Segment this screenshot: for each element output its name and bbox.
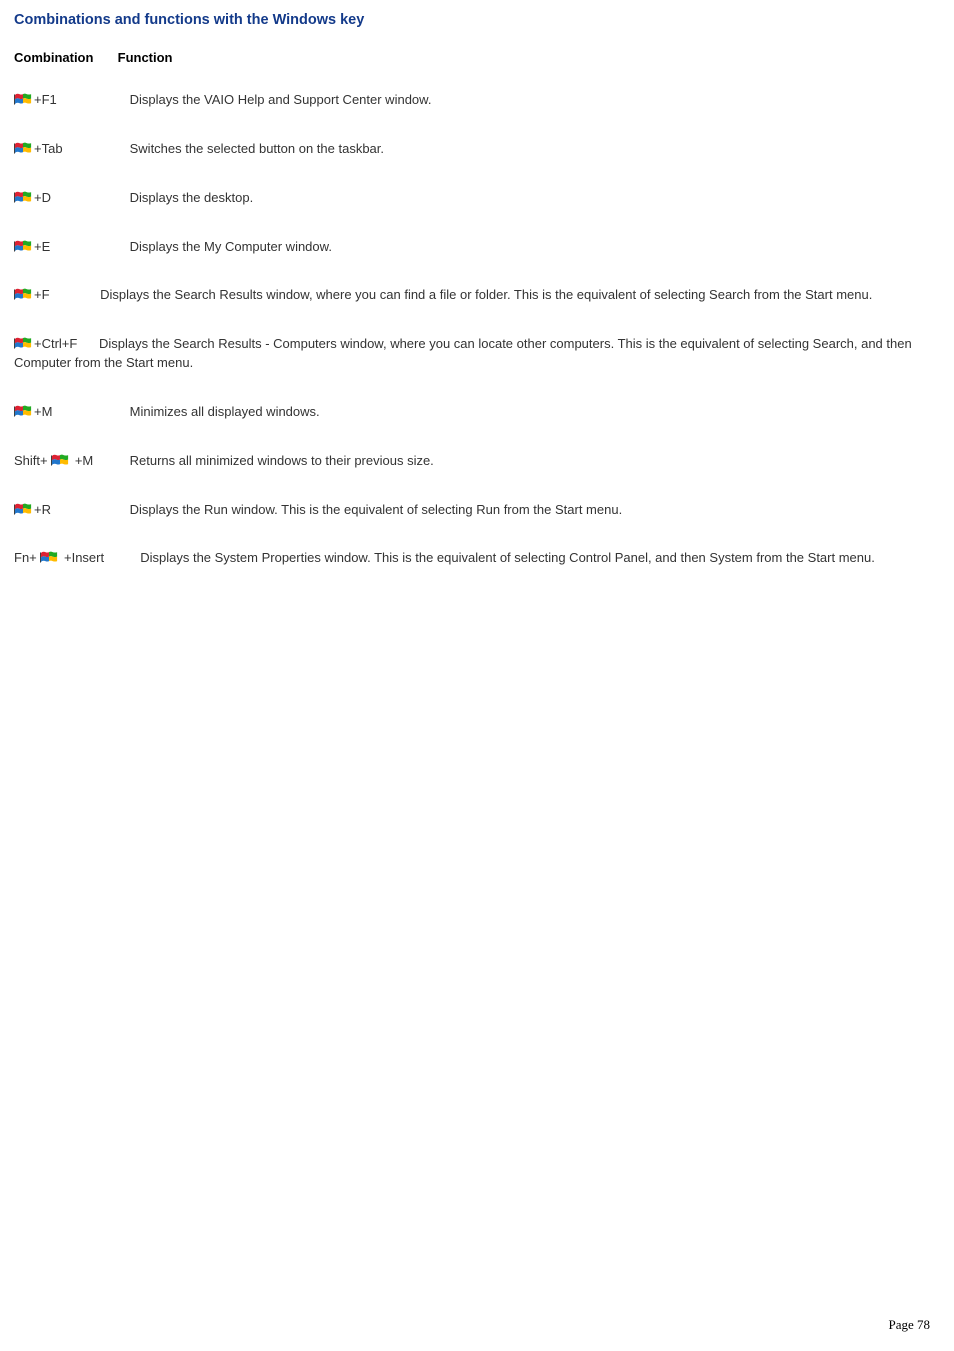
table-row: +D Displays the desktop.	[14, 189, 940, 208]
combo-cell: Shift+ +M	[14, 452, 126, 471]
header-combination: Combination	[14, 50, 114, 65]
table-row: +E Displays the My Computer window.	[14, 238, 940, 257]
combo-prefix: Shift+	[14, 453, 51, 468]
combo-suffix: +F1	[34, 92, 57, 107]
function-cell: Displays the My Computer window.	[130, 239, 332, 254]
combo-suffix: +E	[34, 239, 50, 254]
table-row: +M Minimizes all displayed windows.	[14, 403, 940, 422]
function-cell: Displays the System Properties window. T…	[140, 550, 875, 565]
combo-cell: +F1	[14, 91, 126, 110]
windows-key-icon	[14, 141, 32, 156]
combo-suffix: +R	[34, 502, 51, 517]
combo-prefix: Fn+	[14, 550, 40, 565]
function-cell: Displays the desktop.	[130, 190, 254, 205]
combo-suffix: +M	[71, 453, 93, 468]
combo-cell: +D	[14, 189, 126, 208]
table-row: Fn+ +Insert Displays the System Properti…	[14, 549, 940, 568]
windows-key-icon	[14, 190, 32, 205]
function-cell: Displays the Search Results - Computers …	[14, 336, 912, 370]
windows-key-icon	[14, 502, 32, 517]
function-cell: Displays the VAIO Help and Support Cente…	[130, 92, 432, 107]
combo-suffix: +Tab	[34, 141, 63, 156]
windows-key-icon	[51, 453, 69, 468]
function-cell: Minimizes all displayed windows.	[130, 404, 320, 419]
page-title: Combinations and functions with the Wind…	[14, 12, 940, 28]
windows-key-icon	[14, 239, 32, 254]
combo-suffix: +F	[34, 287, 50, 302]
combo-suffix: +Ctrl+F	[34, 336, 77, 351]
table-row: +F Displays the Search Results window, w…	[14, 286, 940, 305]
function-cell: Displays the Search Results window, wher…	[100, 287, 872, 302]
windows-key-icon	[14, 336, 32, 351]
windows-key-icon	[14, 404, 32, 419]
combo-suffix: +Insert	[60, 550, 104, 565]
page-number: Page 78	[888, 1317, 930, 1333]
table-row: +Ctrl+F Displays the Search Results - Co…	[14, 335, 940, 373]
windows-key-icon	[14, 92, 32, 107]
function-cell: Returns all minimized windows to their p…	[130, 453, 434, 468]
table-row: +Tab Switches the selected button on the…	[14, 140, 940, 159]
combo-cell: +Tab	[14, 140, 126, 159]
function-cell: Displays the Run window. This is the equ…	[130, 502, 623, 517]
combo-cell: +E	[14, 238, 126, 257]
table-row: +F1 Displays the VAIO Help and Support C…	[14, 91, 940, 110]
windows-key-icon	[40, 550, 58, 565]
table-header: Combination Function	[14, 50, 940, 65]
combo-cell: +M	[14, 403, 126, 422]
table-row: Shift+ +M Returns all minimized windows …	[14, 452, 940, 471]
combo-suffix: +M	[34, 404, 52, 419]
windows-key-icon	[14, 287, 32, 302]
combo-suffix: +D	[34, 190, 51, 205]
table-row: +R Displays the Run window. This is the …	[14, 501, 940, 520]
combo-cell: +R	[14, 501, 126, 520]
function-cell: Switches the selected button on the task…	[130, 141, 384, 156]
header-function: Function	[118, 50, 173, 65]
